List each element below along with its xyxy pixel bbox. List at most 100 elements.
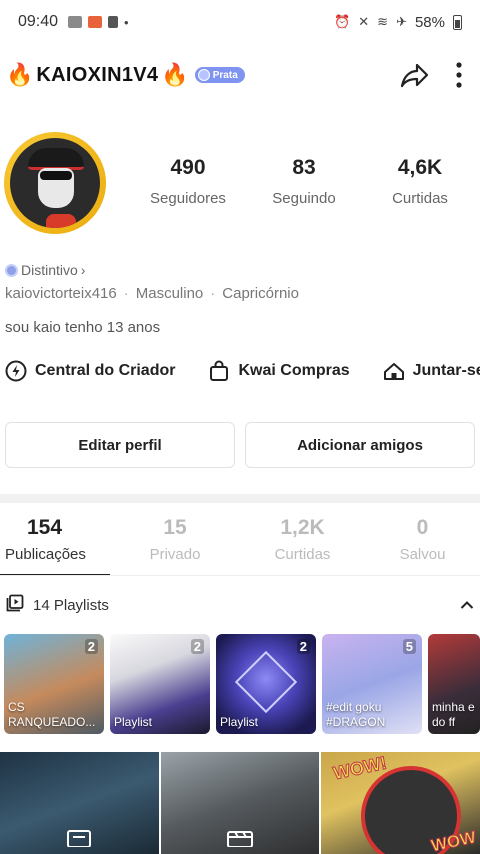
avatar-image	[10, 138, 100, 228]
avatar-live-badge	[46, 214, 76, 228]
video-thumbnail[interactable]	[0, 752, 159, 854]
stat-following[interactable]: 83 Seguindo	[246, 156, 362, 207]
tab-label: Privado	[149, 546, 201, 563]
tab-count: 0	[416, 516, 429, 539]
tab-saved[interactable]: 0 Salvou	[365, 516, 480, 576]
playlist-card[interactable]: 2 Playlist	[110, 634, 210, 734]
stat-followers[interactable]: 490 Seguidores	[130, 156, 246, 207]
video-grid: WOW! WOW	[0, 752, 480, 854]
playlist-cover-graphic	[234, 650, 298, 714]
rank-badge[interactable]: Prata	[194, 67, 245, 83]
tab-underline	[0, 575, 480, 576]
section-divider	[0, 494, 480, 503]
shortcut-label: Central do Criador	[35, 362, 176, 379]
edit-profile-button[interactable]: Editar perfil	[5, 422, 235, 468]
playlists-count-label: 14 Playlists	[33, 596, 109, 614]
battery-percent: 58%	[414, 13, 445, 31]
shortcut-row: Central do Criador Kwai Compras Juntar-s…	[5, 360, 480, 382]
playlist-caption: #edit goku #DRAGON	[326, 700, 386, 729]
stat-likes[interactable]: 4,6K Curtidas	[362, 156, 478, 207]
username: KAIOXIN1V4	[36, 63, 159, 86]
tab-likes[interactable]: 1,2K Curtidas	[240, 516, 365, 576]
profile-sign: Capricórnio	[222, 285, 299, 302]
lightning-icon	[5, 360, 27, 382]
video-thumbnail[interactable]	[160, 752, 320, 854]
shortcut-join[interactable]: Juntar-se à f	[383, 360, 480, 382]
wifi-icon: ≋	[377, 14, 389, 29]
playlist-count: 5	[402, 639, 416, 654]
video-thumbnail[interactable]: WOW! WOW	[321, 752, 480, 854]
status-dot: •	[124, 14, 129, 30]
playlist-card[interactable]: 5 #edit goku #DRAGON	[322, 634, 422, 734]
stat-value: 83	[292, 156, 316, 179]
rank-badge-icon	[197, 69, 210, 81]
status-right: ⏰ ✕ ≋ ✈ 58%	[334, 14, 462, 31]
shortcut-label: Kwai Compras	[238, 362, 350, 379]
avatar-ring	[4, 132, 106, 234]
playlist-caption: minha e do ff	[432, 700, 475, 729]
shopping-bag-icon	[208, 360, 230, 382]
stat-label: Curtidas	[392, 190, 448, 207]
profile-gender: Masculino	[135, 285, 204, 302]
profile-handle: kaiovictorteix416	[5, 285, 117, 302]
share-icon[interactable]	[398, 60, 430, 90]
playlist-count: 2	[84, 639, 98, 654]
battery-icon	[453, 14, 462, 30]
mute-icon: ✕	[358, 14, 370, 29]
sim-notification-icon	[108, 16, 119, 28]
stat-value: 4,6K	[397, 156, 443, 179]
fire-icon-right: 🔥	[161, 62, 189, 87]
playlist-card[interactable]: 2 Playlist	[216, 634, 316, 734]
shortcut-creator-center[interactable]: Central do Criador	[5, 360, 175, 382]
more-options-icon[interactable]	[456, 62, 462, 88]
playlist-icon	[6, 594, 24, 616]
rank-badge-label: Prata	[212, 69, 238, 81]
chevron-right-icon: ›	[80, 262, 86, 278]
playlist-row: 2 CS RANQUEADO... 2 Playlist 2 Playlist …	[4, 634, 480, 734]
playlist-count: 2	[190, 639, 204, 654]
profile-bio: sou kaio tenho 13 anos	[5, 319, 161, 336]
playlist-card[interactable]: minha e do ff	[428, 634, 480, 734]
status-bar: 09:40 • ⏰ ✕ ≋ ✈ 58%	[0, 0, 480, 44]
distintivo-label: Distintivo	[21, 262, 78, 278]
avatar-hat	[28, 148, 84, 170]
stat-label: Seguindo	[272, 190, 336, 207]
tab-label: Salvou	[399, 546, 446, 563]
fire-icon-left: 🔥	[6, 62, 34, 87]
tab-publications[interactable]: 154 Publicações	[0, 516, 110, 576]
playlist-caption: Playlist	[114, 715, 153, 729]
tab-private[interactable]: 15 Privado	[110, 516, 240, 576]
meta-separator: ·	[123, 285, 129, 302]
app-notification-icon	[88, 16, 103, 28]
distintivo-link[interactable]: Distintivo ›	[5, 262, 85, 278]
airplane-icon: ✈	[396, 14, 407, 29]
meta-separator: ·	[210, 285, 216, 302]
house-icon	[383, 360, 405, 382]
document-icon	[66, 829, 92, 852]
playlist-caption: Playlist	[220, 715, 259, 729]
stat-value: 490	[170, 156, 206, 179]
playlist-caption: CS RANQUEADO...	[8, 700, 96, 729]
avatar[interactable]	[4, 132, 106, 240]
tab-label: Publicações	[5, 546, 86, 563]
alarm-icon: ⏰	[334, 14, 351, 29]
tab-label: Curtidas	[274, 546, 331, 563]
shortcut-label: Juntar-se à f	[412, 362, 480, 379]
stat-label: Seguidores	[150, 190, 226, 207]
video-notification-icon	[68, 16, 83, 28]
add-friends-button[interactable]: Adicionar amigos	[245, 422, 475, 468]
profile-header: 🔥 KAIOXIN1V4 🔥 Prata	[0, 52, 480, 98]
chevron-up-icon[interactable]	[460, 597, 474, 614]
status-time: 09:40	[18, 13, 59, 30]
tab-count: 15	[163, 516, 187, 539]
playlist-card[interactable]: 2 CS RANQUEADO...	[4, 634, 104, 734]
content-tabs: 154 Publicações 15 Privado 1,2K Curtidas…	[0, 516, 480, 576]
distintivo-icon	[5, 263, 18, 277]
shortcut-kwai-shop[interactable]: Kwai Compras	[208, 360, 350, 382]
playlists-header[interactable]: 14 Playlists	[6, 594, 474, 616]
profile-meta: kaiovictorteix416 · Masculino · Capricórnio	[5, 285, 299, 302]
avatar-glasses	[40, 171, 72, 180]
tab-count: 1,2K	[280, 516, 325, 539]
profile-stats: 490 Seguidores 83 Seguindo 4,6K Curtidas	[130, 156, 480, 207]
tab-count: 154	[27, 516, 63, 539]
